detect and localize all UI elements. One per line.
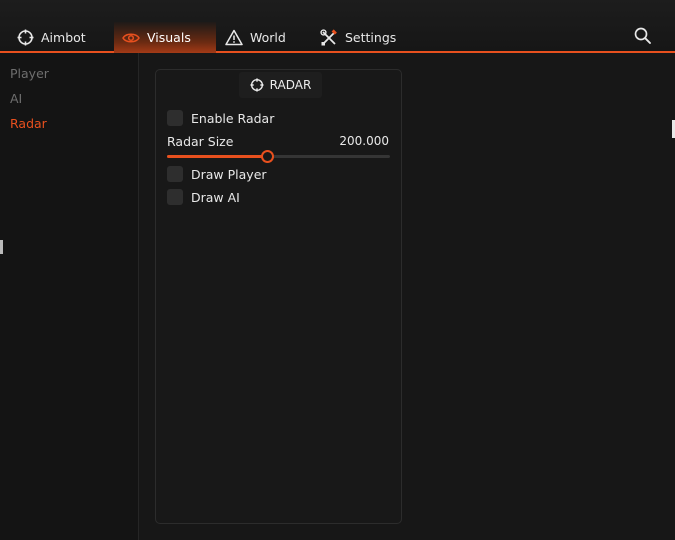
crosshair-icon xyxy=(250,78,264,92)
enable-radar-checkbox[interactable] xyxy=(167,110,183,126)
sidebar: Player AI Radar xyxy=(0,53,139,540)
sidebar-item-ai[interactable]: AI xyxy=(10,91,22,106)
draw-player-row[interactable]: Draw Player xyxy=(167,166,267,182)
enable-radar-label: Enable Radar xyxy=(191,110,275,126)
window-edge-marker xyxy=(0,240,3,254)
search-button[interactable] xyxy=(633,26,653,46)
warning-triangle-icon xyxy=(225,29,243,47)
app-window: Aimbot Visuals World Settings Player AI … xyxy=(0,0,675,540)
search-icon xyxy=(633,27,653,50)
tab-world[interactable]: World xyxy=(225,22,286,53)
tab-world-label: World xyxy=(250,30,286,45)
radar-size-label: Radar Size xyxy=(167,134,234,149)
tools-icon xyxy=(320,28,338,47)
enable-radar-row[interactable]: Enable Radar xyxy=(167,110,274,126)
draw-ai-label: Draw AI xyxy=(191,189,240,205)
tab-settings-label: Settings xyxy=(345,30,397,45)
radar-size-value: 200.000 xyxy=(339,134,389,148)
panel-title: RADAR xyxy=(269,78,312,92)
tab-settings[interactable]: Settings xyxy=(320,22,396,53)
tab-aimbot[interactable]: Aimbot xyxy=(16,22,86,53)
draw-ai-row[interactable]: Draw AI xyxy=(167,189,240,205)
sidebar-item-player[interactable]: Player xyxy=(10,66,49,81)
tab-visuals[interactable]: Visuals xyxy=(114,22,216,53)
draw-player-checkbox[interactable] xyxy=(167,166,183,182)
radar-size-slider-thumb[interactable] xyxy=(261,150,275,163)
draw-ai-checkbox[interactable] xyxy=(167,189,183,205)
tab-visuals-label: Visuals xyxy=(147,30,191,45)
tab-aimbot-label: Aimbot xyxy=(41,30,86,45)
radar-size-slider[interactable] xyxy=(167,150,390,163)
crosshair-icon xyxy=(16,29,34,47)
panel-header: RADAR xyxy=(239,72,322,98)
radar-panel: RADAR Enable Radar Radar Size 200.000 Dr… xyxy=(155,69,402,524)
radar-size-slider-fill xyxy=(167,155,268,158)
draw-player-label: Draw Player xyxy=(191,166,267,182)
eye-icon xyxy=(122,29,140,47)
top-tab-bar: Aimbot Visuals World Settings xyxy=(0,0,675,53)
sidebar-item-radar[interactable]: Radar xyxy=(10,116,47,131)
